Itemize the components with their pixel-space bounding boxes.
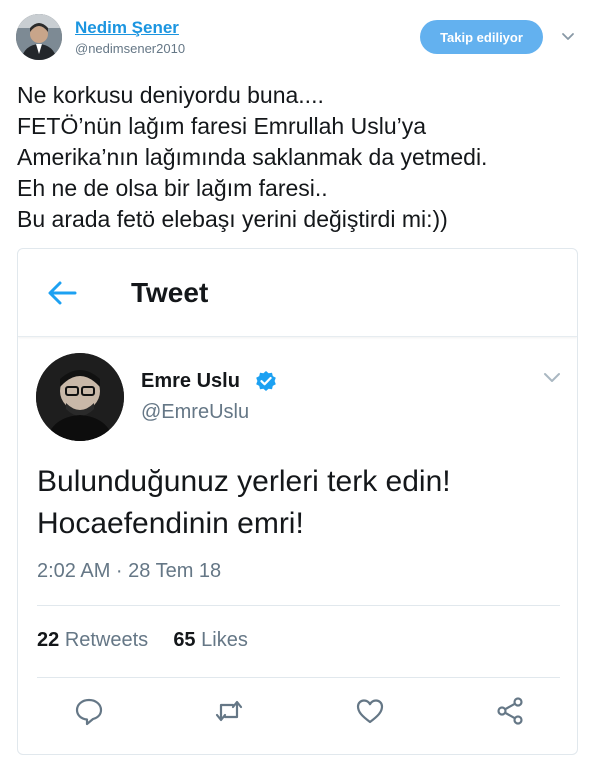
- divider: [37, 677, 560, 678]
- chevron-down-icon[interactable]: [560, 28, 576, 44]
- share-icon: [497, 697, 523, 725]
- tweet-line: Ne korkusu deniyordu buna....: [17, 82, 324, 108]
- retweet-button[interactable]: [213, 695, 245, 727]
- tweet-line: Eh ne de olsa bir lağım faresi..: [17, 175, 328, 201]
- chevron-down-icon[interactable]: [542, 369, 562, 385]
- reply-icon: [75, 698, 103, 726]
- tweet-text: Ne korkusu deniyordu buna.... FETÖ’nün l…: [17, 80, 577, 235]
- embed-timestamp[interactable]: 2:02 AM · 28 Tem 18: [37, 560, 221, 583]
- embed-avatar[interactable]: [36, 353, 124, 441]
- user-name[interactable]: Nedim Şener: [75, 18, 179, 38]
- tweet-line: FETÖ’nün lağım faresi Emrullah Uslu’ya: [17, 113, 427, 139]
- retweet-icon: [215, 700, 243, 722]
- avatar[interactable]: [16, 14, 62, 60]
- likes-label[interactable]: Likes: [201, 629, 248, 651]
- follow-button[interactable]: Takip ediliyor: [420, 20, 543, 54]
- verified-badge-icon: [256, 371, 276, 391]
- user-handle[interactable]: @nedimsener2010: [75, 41, 185, 56]
- embed-tweet-text: Bulunduğunuz yerleri terk edin! Hocaefen…: [37, 461, 557, 545]
- tweet-line: Amerika’nın lağımında saklanmak da yetme…: [17, 144, 488, 170]
- like-icon: [356, 699, 384, 724]
- embed-user-handle[interactable]: @EmreUslu: [141, 401, 249, 424]
- embed-title: Tweet: [131, 277, 209, 308]
- tweet-header: Nedim Şener @nedimsener2010 Takip ediliy…: [16, 14, 576, 60]
- likes-count[interactable]: 65: [173, 629, 195, 651]
- tweet-line: Bu arada fetö elebaşı yerini değiştirdi …: [17, 206, 448, 232]
- engagement-stats: 22 Retweets 65 Likes: [37, 629, 248, 652]
- embed-top-bar: Tweet: [18, 249, 577, 337]
- share-button[interactable]: [494, 695, 526, 727]
- retweets-count[interactable]: 22: [37, 629, 59, 651]
- back-arrow-icon[interactable]: [46, 279, 78, 307]
- embed-tweet-line: Hocaefendinin emri!: [37, 507, 304, 540]
- embedded-tweet-screenshot[interactable]: Tweet Emre Uslu @EmreUslu Bulunduğunuz y…: [17, 248, 578, 755]
- action-bar: [18, 695, 577, 731]
- embed-user-name[interactable]: Emre Uslu: [141, 370, 240, 393]
- like-button[interactable]: [354, 695, 386, 727]
- divider: [37, 605, 560, 606]
- reply-button[interactable]: [73, 695, 105, 727]
- embed-tweet-line: Bulunduğunuz yerleri terk edin!: [37, 465, 451, 498]
- retweets-label[interactable]: Retweets: [65, 629, 148, 651]
